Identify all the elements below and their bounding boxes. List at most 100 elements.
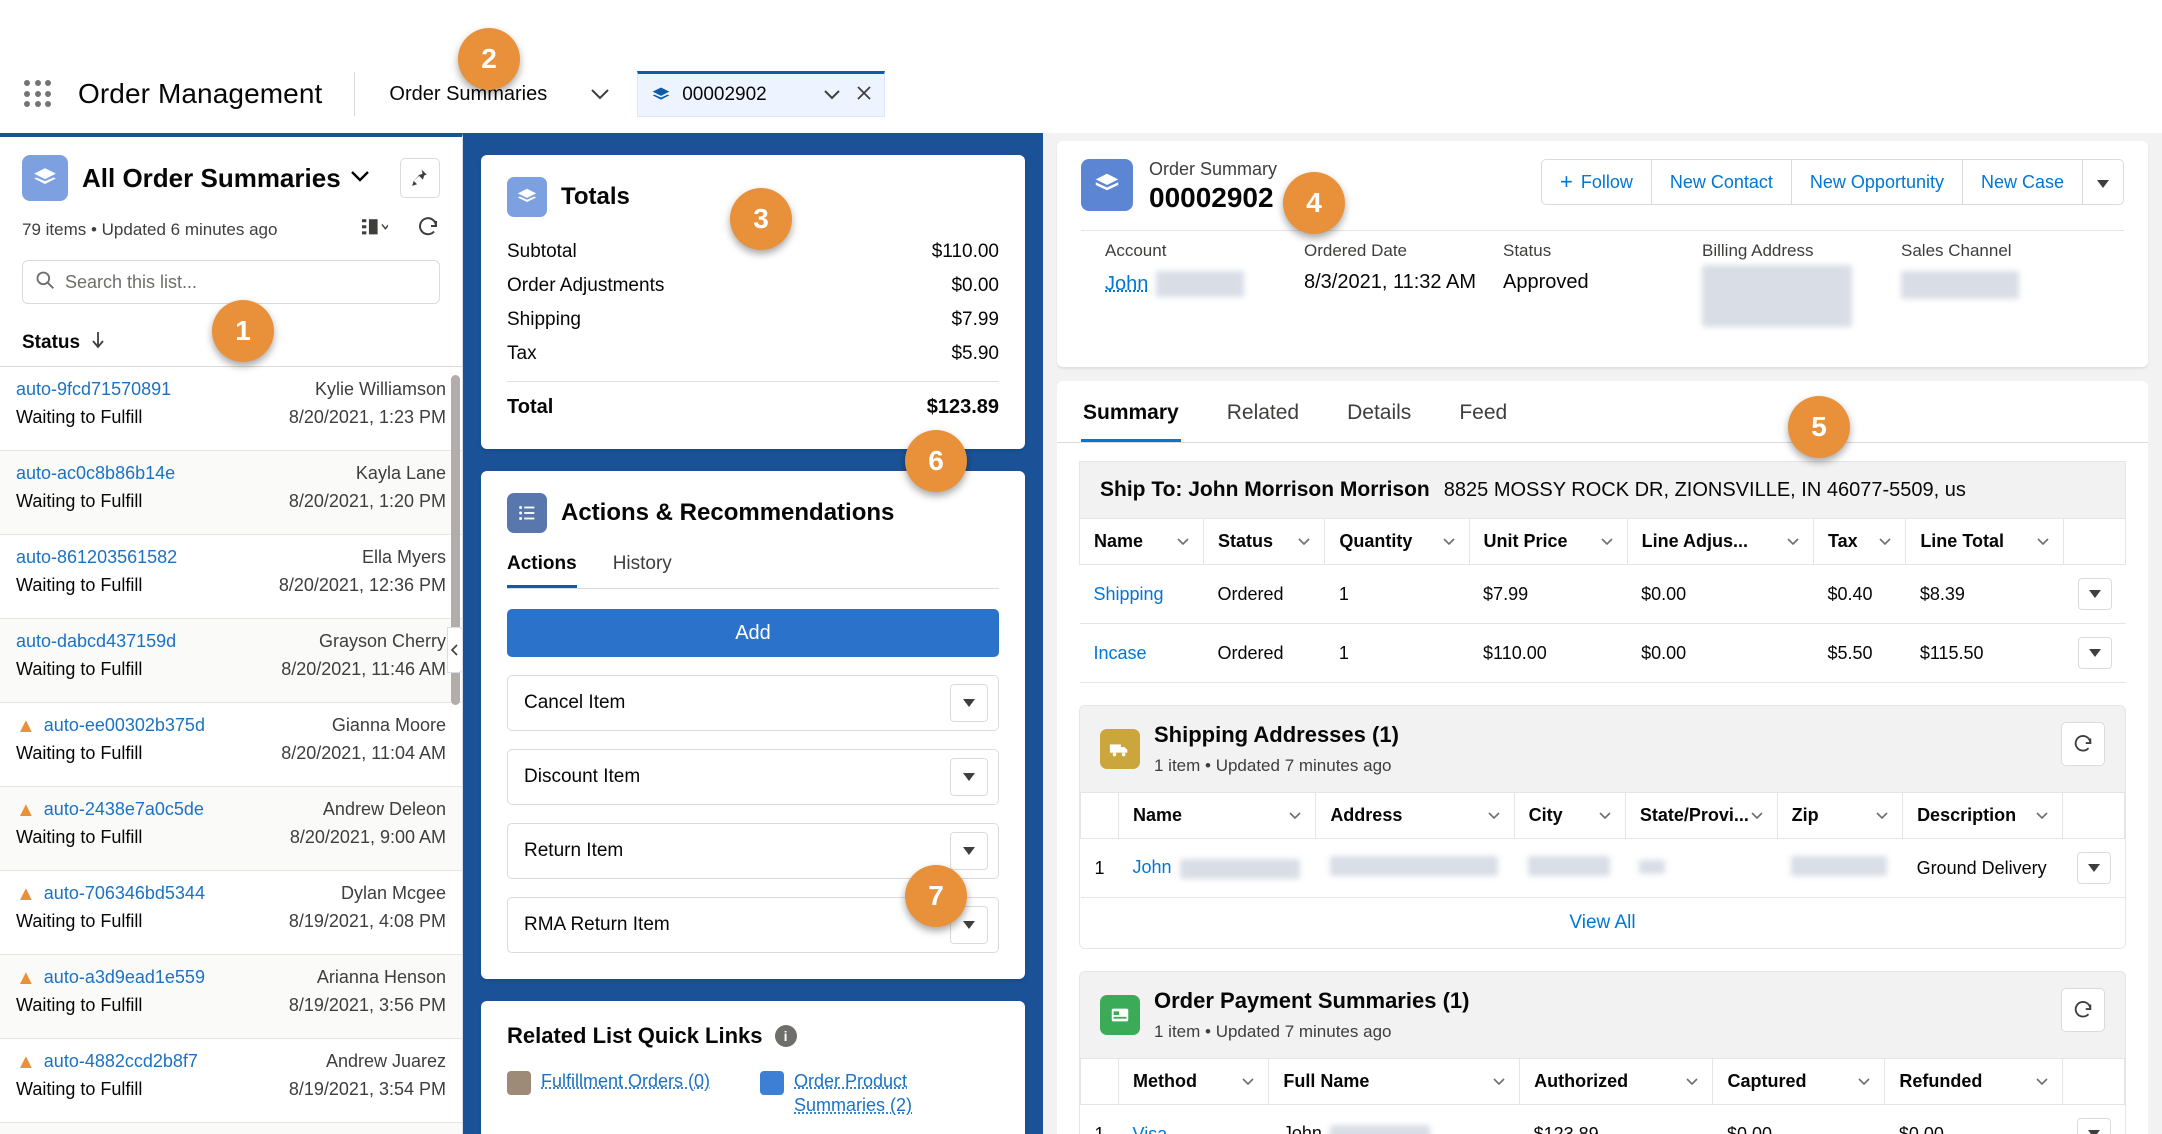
row-actions-cell[interactable] — [2063, 623, 2126, 683]
cell-method[interactable]: Visa — [1118, 1104, 1269, 1134]
shipping-addresses-view-all[interactable]: View All — [1080, 898, 2125, 948]
chevron-down-icon[interactable] — [1686, 1074, 1699, 1089]
search-input-wrapper[interactable] — [22, 260, 440, 304]
list-item-id[interactable]: auto-2438e7a0c5de — [44, 799, 204, 820]
list-item[interactable]: ▲ auto-706346bd5344 Dylan Mcgee Waiting to … — [0, 871, 462, 955]
new-case-button[interactable]: New Case — [1961, 159, 2083, 205]
row-actions-cell[interactable] — [2062, 838, 2125, 898]
refresh-icon[interactable] — [416, 215, 440, 244]
chevron-down-icon[interactable] — [2076, 1118, 2111, 1134]
chevron-down-icon[interactable] — [1298, 534, 1310, 549]
display-density-icon[interactable] — [362, 218, 390, 241]
list-view-title[interactable]: All Order Summaries — [82, 163, 341, 194]
tab-related[interactable]: Related — [1225, 381, 1301, 442]
list-item[interactable]: auto-dabcd437159d Grayson Cherry Waiting t… — [0, 619, 462, 703]
new-contact-button[interactable]: New Contact — [1650, 159, 1792, 205]
chevron-down-icon[interactable] — [2037, 534, 2049, 549]
column-header[interactable]: Unit Price — [1468, 518, 1628, 565]
app-launcher-icon[interactable] — [18, 74, 58, 114]
column-header[interactable]: Zip — [1776, 792, 1904, 839]
list-item-id[interactable]: auto-706346bd5344 — [44, 883, 205, 904]
chevron-down-icon[interactable] — [950, 758, 988, 796]
list-item[interactable]: ▲ auto-a3d9ead1e559 Arianna Henson Waiting … — [0, 955, 462, 1039]
panel-collapse-handle[interactable] — [447, 627, 463, 673]
item-name-link[interactable]: Incase — [1094, 643, 1147, 663]
chevron-down-icon[interactable] — [1242, 1074, 1254, 1089]
chevron-down-icon[interactable] — [1599, 808, 1611, 823]
more-actions-button[interactable] — [2082, 159, 2124, 205]
quick-link-label[interactable]: Fulfillment Orders (0) — [541, 1069, 710, 1093]
chevron-down-icon[interactable] — [1879, 534, 1891, 549]
chevron-down-icon[interactable] — [2036, 808, 2048, 823]
actions-tab-actions[interactable]: Actions — [507, 553, 577, 588]
address-name-link[interactable]: John — [1133, 857, 1172, 877]
new-opportunity-button[interactable]: New Opportunity — [1790, 159, 1963, 205]
column-header[interactable]: Full Name — [1268, 1058, 1521, 1105]
column-header[interactable]: Authorized — [1519, 1058, 1714, 1105]
column-header[interactable]: Address — [1315, 792, 1515, 839]
chevron-down-icon[interactable] — [1787, 534, 1799, 549]
column-header[interactable]: Captured — [1712, 1058, 1886, 1105]
chevron-down-icon[interactable] — [2036, 1074, 2048, 1089]
chevron-down-icon[interactable] — [950, 684, 988, 722]
cell-name[interactable]: Shipping — [1079, 564, 1204, 624]
column-header[interactable]: Description — [1902, 792, 2063, 839]
column-header[interactable]: Name — [1079, 518, 1204, 565]
chevron-down-icon[interactable] — [950, 832, 988, 870]
nav-item-order-summaries[interactable]: Order Summaries — [379, 83, 557, 106]
list-item-id[interactable]: auto-dabcd437159d — [16, 631, 176, 652]
search-input[interactable] — [65, 271, 427, 293]
item-name-link[interactable]: Shipping — [1094, 584, 1164, 604]
chevron-down-icon[interactable] — [1442, 534, 1455, 549]
column-header[interactable]: Name — [1118, 792, 1317, 839]
column-header[interactable]: State/Provi... — [1624, 792, 1778, 839]
list-item[interactable]: ▲ auto-ee00302b375d Gianna Moore Waiting to… — [0, 703, 462, 787]
chevron-down-icon[interactable] — [1488, 808, 1500, 823]
list-item[interactable]: auto-9fcd71570891 Kylie Williamson Waiting… — [0, 367, 462, 451]
action-item[interactable]: Cancel Item — [507, 675, 999, 731]
tab-00002902[interactable]: 00002902 — [637, 71, 886, 117]
column-header[interactable]: Status — [1202, 518, 1326, 565]
cell-name[interactable]: John — [1118, 838, 1316, 898]
chevron-down-icon[interactable] — [1493, 1074, 1505, 1089]
pin-icon[interactable] — [400, 158, 440, 198]
chevron-down-icon[interactable] — [1289, 808, 1301, 823]
list-item[interactable]: ▲ auto-4882ccd2b8f7 Andrew Juarez Waiting t… — [0, 1039, 462, 1123]
chevron-down-icon[interactable] — [1177, 534, 1189, 549]
quick-link[interactable]: Order Product Summaries (2) — [760, 1069, 999, 1118]
list-item-id[interactable]: auto-861203561582 — [16, 547, 177, 568]
column-header[interactable]: Tax — [1812, 518, 1907, 565]
chevron-down-icon[interactable] — [2077, 578, 2112, 610]
add-button[interactable]: Add — [507, 609, 999, 657]
list-item-id[interactable]: auto-ac0c8b86b14e — [16, 463, 175, 484]
follow-button[interactable]: + Follow — [1540, 159, 1652, 205]
info-icon[interactable]: i — [774, 1025, 797, 1047]
quick-link[interactable]: Fulfillment Orders (0) — [507, 1069, 746, 1118]
close-icon[interactable] — [856, 84, 872, 107]
list-item[interactable]: auto-861203561582 Ella Myers Waiting to Fu… — [0, 535, 462, 619]
column-header[interactable]: Quantity — [1324, 518, 1470, 565]
chevron-down-icon[interactable] — [1601, 534, 1613, 549]
row-actions-cell[interactable] — [2062, 1104, 2125, 1134]
row-actions-cell[interactable] — [2063, 564, 2126, 624]
tab-summary[interactable]: Summary — [1081, 381, 1181, 442]
list-item[interactable]: ▲ auto-2438e7a0c5de Andrew Deleon Waiting t… — [0, 787, 462, 871]
column-header[interactable]: Refunded — [1884, 1058, 2063, 1105]
chevron-down-icon[interactable] — [1751, 808, 1763, 823]
list-item[interactable]: auto-ac0c8b86b14e Kayla Lane Waiting to Fu… — [0, 451, 462, 535]
list-item[interactable]: ▲auto-8ff4d3dcb446Hudson McculloughWaiti… — [0, 1123, 462, 1134]
tab-details[interactable]: Details — [1345, 381, 1413, 442]
column-header[interactable]: Line Total — [1905, 518, 2064, 565]
list-item-id[interactable]: auto-4882ccd2b8f7 — [44, 1051, 198, 1072]
field-value-link[interactable]: John — [1105, 273, 1148, 296]
chevron-down-icon[interactable] — [1858, 1074, 1870, 1089]
column-header[interactable]: Method — [1118, 1058, 1270, 1105]
chevron-down-icon[interactable] — [2077, 637, 2112, 669]
list-item-id[interactable]: auto-9fcd71570891 — [16, 379, 171, 400]
quick-link-label[interactable]: Order Product Summaries (2) — [794, 1069, 999, 1118]
action-item[interactable]: Discount Item — [507, 749, 999, 805]
list-item-id[interactable]: auto-a3d9ead1e559 — [44, 967, 205, 988]
chevron-down-icon[interactable] — [585, 79, 615, 109]
refresh-icon[interactable] — [2061, 988, 2105, 1032]
column-header[interactable]: Line Adjus... — [1626, 518, 1814, 565]
